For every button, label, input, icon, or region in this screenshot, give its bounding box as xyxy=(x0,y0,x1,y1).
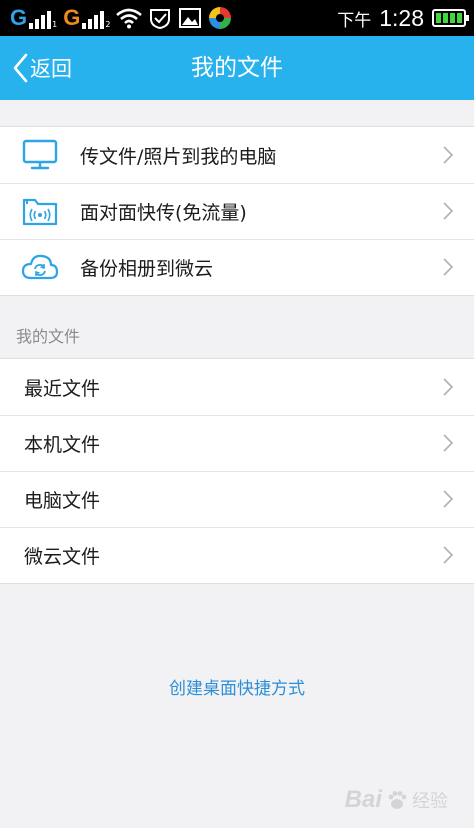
row-label: 本机文件 xyxy=(24,433,101,456)
chevron-right-icon xyxy=(438,545,458,565)
carrier-label-2: G xyxy=(63,5,81,30)
signal-bars-icon xyxy=(82,9,105,29)
baidu-jingyan-watermark: Bai 经验 xyxy=(345,786,448,814)
time-period: 下午 xyxy=(337,10,372,31)
computer-files-row[interactable]: 电脑文件 xyxy=(0,471,474,527)
row-label: 传文件/照片到我的电脑 xyxy=(80,145,277,168)
cloud-sync-icon xyxy=(20,247,60,287)
sim-index-1: 1 xyxy=(52,20,58,29)
weiyun-files-row[interactable]: 微云文件 xyxy=(0,527,474,583)
chevron-right-icon xyxy=(438,257,458,277)
status-left: G 1 G 2 xyxy=(10,5,232,31)
sim-index-2: 2 xyxy=(105,20,111,29)
folder-wireless-icon xyxy=(20,191,60,231)
create-desktop-shortcut-link[interactable]: 创建桌面快捷方式 xyxy=(0,674,474,699)
computer-monitor-icon xyxy=(20,135,60,175)
local-files-row[interactable]: 本机文件 xyxy=(0,415,474,471)
notification-shield-icon xyxy=(150,9,171,29)
chevron-right-icon xyxy=(438,145,458,165)
status-right: 下午 1:28 xyxy=(337,4,469,31)
row-label: 电脑文件 xyxy=(24,489,101,512)
status-bar: G 1 G 2 下午 1:28 xyxy=(0,0,474,36)
transfer-group: 传文件/照片到我的电脑 面对面快传(免流量) 备份相册到微云 xyxy=(0,126,474,296)
battery-icon xyxy=(432,9,469,27)
back-button[interactable]: 返回 xyxy=(12,36,72,100)
chevron-right-icon xyxy=(438,489,458,509)
chevron-right-icon xyxy=(438,377,458,397)
paw-icon xyxy=(388,791,407,809)
back-label: 返回 xyxy=(30,57,72,81)
recent-files-row[interactable]: 最近文件 xyxy=(0,359,474,415)
chevron-left-icon xyxy=(13,53,28,83)
signal-sim2: G 2 xyxy=(63,7,110,29)
row-label: 最近文件 xyxy=(24,377,101,400)
chevron-right-icon xyxy=(438,201,458,221)
title-bar: 返回 我的文件 xyxy=(0,36,474,100)
backup-album-row[interactable]: 备份相册到微云 xyxy=(0,239,474,295)
files-group: 最近文件 本机文件 电脑文件 微云文件 xyxy=(0,358,474,584)
wifi-icon xyxy=(116,8,143,29)
row-label: 微云文件 xyxy=(24,545,101,568)
signal-sim1: G 1 xyxy=(10,7,57,29)
transfer-to-computer-row[interactable]: 传文件/照片到我的电脑 xyxy=(0,127,474,183)
carrier-label-1: G xyxy=(10,5,28,30)
watermark-brand: Bai xyxy=(344,786,382,813)
clock: 1:28 xyxy=(379,4,424,31)
row-label: 备份相册到微云 xyxy=(80,257,214,280)
face-to-face-transfer-row[interactable]: 面对面快传(免流量) xyxy=(0,183,474,239)
row-label: 面对面快传(免流量) xyxy=(80,201,247,224)
section-header-my-files: 我的文件 xyxy=(16,327,81,346)
watermark-suffix: 经验 xyxy=(412,791,448,812)
chevron-right-icon xyxy=(438,433,458,453)
image-notification-icon xyxy=(179,8,202,28)
app-logo-icon xyxy=(209,7,232,29)
signal-bars-icon xyxy=(29,9,52,29)
